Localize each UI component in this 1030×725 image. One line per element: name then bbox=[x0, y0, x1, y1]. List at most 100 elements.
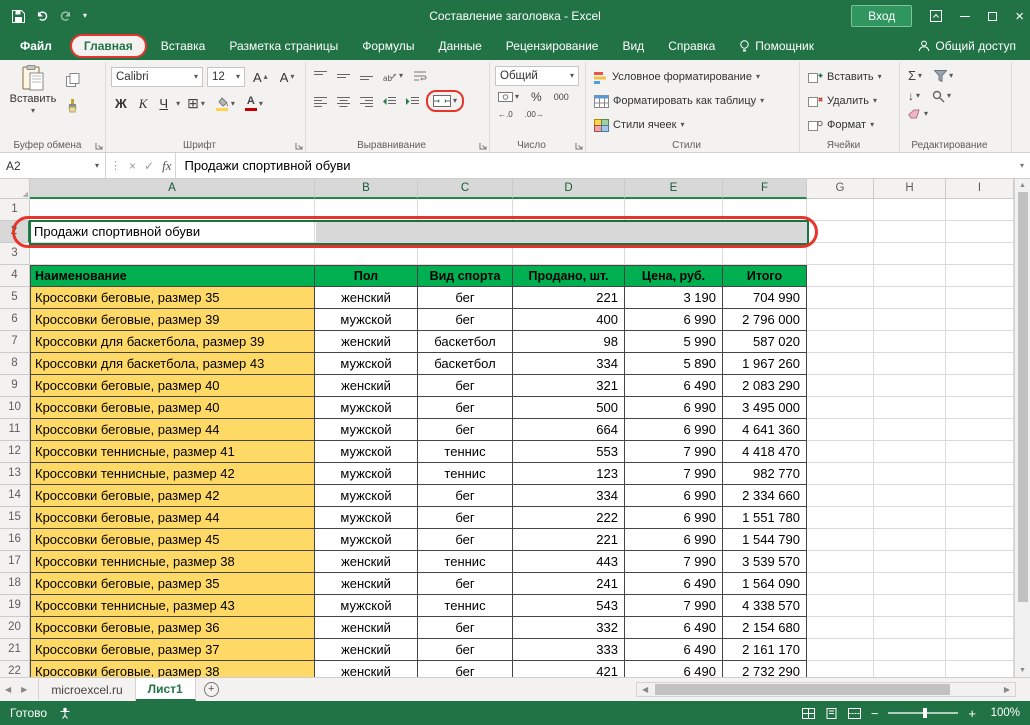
cell-H10[interactable] bbox=[874, 397, 946, 419]
cell-B10[interactable]: мужской bbox=[315, 397, 418, 419]
cell-I7[interactable] bbox=[946, 331, 1014, 353]
cell-E11[interactable]: 6 990 bbox=[625, 419, 723, 441]
cell-D22[interactable]: 421 bbox=[513, 661, 625, 677]
cell-I16[interactable] bbox=[946, 529, 1014, 551]
cell-H5[interactable] bbox=[874, 287, 946, 309]
cell-D9[interactable]: 321 bbox=[513, 375, 625, 397]
decrease-indent-button[interactable] bbox=[380, 94, 399, 109]
cell-F4[interactable]: Итого bbox=[723, 265, 807, 287]
scroll-left-icon[interactable]: ◀ bbox=[637, 685, 653, 694]
cell-G14[interactable] bbox=[807, 485, 874, 507]
cell-I14[interactable] bbox=[946, 485, 1014, 507]
row-header-8[interactable]: 8 bbox=[0, 353, 30, 375]
cell-E10[interactable]: 6 990 bbox=[625, 397, 723, 419]
column-header-I[interactable]: I bbox=[946, 179, 1014, 199]
cell-I5[interactable] bbox=[946, 287, 1014, 309]
cell-A10[interactable]: Кроссовки беговые, размер 40 bbox=[30, 397, 315, 419]
cell-F21[interactable]: 2 161 170 bbox=[723, 639, 807, 661]
tab-formulas[interactable]: Формулы bbox=[350, 33, 426, 59]
cell-E13[interactable]: 7 990 bbox=[625, 463, 723, 485]
normal-view-button[interactable] bbox=[801, 707, 815, 719]
tab-home[interactable]: Главная bbox=[69, 34, 147, 58]
increase-font-button[interactable]: А ▴ bbox=[249, 69, 272, 86]
cell-H16[interactable] bbox=[874, 529, 946, 551]
cell-I21[interactable] bbox=[946, 639, 1014, 661]
cell-B20[interactable]: женский bbox=[315, 617, 418, 639]
row-header-19[interactable]: 19 bbox=[0, 595, 30, 617]
cell-G2[interactable] bbox=[807, 221, 874, 243]
scroll-down-icon[interactable]: ▼ bbox=[1019, 667, 1026, 674]
cell-C5[interactable]: бег bbox=[418, 287, 513, 309]
cell-D13[interactable]: 123 bbox=[513, 463, 625, 485]
cell-I18[interactable] bbox=[946, 573, 1014, 595]
cell-D15[interactable]: 222 bbox=[513, 507, 625, 529]
cell-C22[interactable]: бег bbox=[418, 661, 513, 677]
align-middle-button[interactable] bbox=[334, 68, 353, 83]
cell-B5[interactable]: женский bbox=[315, 287, 418, 309]
cell-E17[interactable]: 7 990 bbox=[625, 551, 723, 573]
cell-D4[interactable]: Продано, шт. bbox=[513, 265, 625, 287]
cell-B9[interactable]: женский bbox=[315, 375, 418, 397]
column-header-G[interactable]: G bbox=[807, 179, 874, 199]
copy-button[interactable] bbox=[63, 71, 83, 89]
cell-G18[interactable] bbox=[807, 573, 874, 595]
cell-C16[interactable]: бег bbox=[418, 529, 513, 551]
cell-H17[interactable] bbox=[874, 551, 946, 573]
cell-F11[interactable]: 4 641 360 bbox=[723, 419, 807, 441]
cell-E1[interactable] bbox=[625, 199, 723, 221]
cell-H1[interactable] bbox=[874, 199, 946, 221]
cell-A18[interactable]: Кроссовки беговые, размер 35 bbox=[30, 573, 315, 595]
increase-decimal-button[interactable]: ←.0 bbox=[495, 108, 516, 121]
cell-A19[interactable]: Кроссовки теннисные, размер 43 bbox=[30, 595, 315, 617]
autosum-button[interactable]: Σ ▾ bbox=[905, 66, 925, 85]
cell-I10[interactable] bbox=[946, 397, 1014, 419]
cell-G8[interactable] bbox=[807, 353, 874, 375]
sheet-nav-right-icon[interactable]: ▶ bbox=[16, 685, 32, 694]
align-bottom-button[interactable] bbox=[357, 68, 376, 83]
cell-B14[interactable]: мужской bbox=[315, 485, 418, 507]
cell-A16[interactable]: Кроссовки беговые, размер 45 bbox=[30, 529, 315, 551]
cell-C6[interactable]: бег bbox=[418, 309, 513, 331]
cell-H9[interactable] bbox=[874, 375, 946, 397]
row-header-7[interactable]: 7 bbox=[0, 331, 30, 353]
cell-F8[interactable]: 1 967 260 bbox=[723, 353, 807, 375]
cell-C8[interactable]: баскетбол bbox=[418, 353, 513, 375]
cell-D3[interactable] bbox=[513, 243, 625, 265]
row-header-16[interactable]: 16 bbox=[0, 529, 30, 551]
row-header-4[interactable]: 4 bbox=[0, 265, 30, 287]
cell-D1[interactable] bbox=[513, 199, 625, 221]
insert-cells-button[interactable]: Вставить ▾ bbox=[805, 66, 894, 88]
cell-E22[interactable]: 6 490 bbox=[625, 661, 723, 677]
ribbon-display-button[interactable] bbox=[930, 10, 943, 22]
cell-D14[interactable]: 334 bbox=[513, 485, 625, 507]
cell-B15[interactable]: мужской bbox=[315, 507, 418, 529]
cell-B3[interactable] bbox=[315, 243, 418, 265]
cell-H6[interactable] bbox=[874, 309, 946, 331]
cell-I8[interactable] bbox=[946, 353, 1014, 375]
cell-A17[interactable]: Кроссовки теннисные, размер 38 bbox=[30, 551, 315, 573]
underline-button[interactable]: Ч bbox=[155, 95, 172, 112]
cell-H18[interactable] bbox=[874, 573, 946, 595]
zoom-level[interactable]: 100% bbox=[986, 707, 1020, 719]
scroll-right-icon[interactable]: ▶ bbox=[999, 685, 1015, 694]
cell-E9[interactable]: 6 490 bbox=[625, 375, 723, 397]
cell-I9[interactable] bbox=[946, 375, 1014, 397]
page-layout-view-button[interactable] bbox=[825, 707, 838, 719]
cell-A3[interactable] bbox=[30, 243, 315, 265]
sheet-tab-list1[interactable]: Лист1 bbox=[135, 678, 196, 701]
cell-I19[interactable] bbox=[946, 595, 1014, 617]
cell-G21[interactable] bbox=[807, 639, 874, 661]
align-right-button[interactable] bbox=[357, 94, 376, 109]
row-header-2[interactable]: 2 bbox=[0, 221, 30, 243]
cell-B11[interactable]: мужской bbox=[315, 419, 418, 441]
cell-H15[interactable] bbox=[874, 507, 946, 529]
cell-I4[interactable] bbox=[946, 265, 1014, 287]
sign-in-button[interactable]: Вход bbox=[851, 5, 913, 27]
cell-I12[interactable] bbox=[946, 441, 1014, 463]
cell-E5[interactable]: 3 190 bbox=[625, 287, 723, 309]
cell-C13[interactable]: теннис bbox=[418, 463, 513, 485]
cell-B22[interactable]: женский bbox=[315, 661, 418, 677]
cell-G7[interactable] bbox=[807, 331, 874, 353]
clear-button[interactable]: ▾ bbox=[905, 107, 931, 121]
cell-D5[interactable]: 221 bbox=[513, 287, 625, 309]
